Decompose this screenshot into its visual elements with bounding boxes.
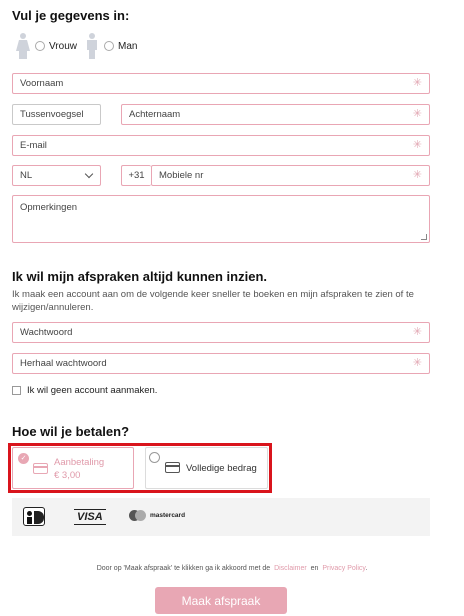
gender-female-radio[interactable] — [35, 41, 45, 51]
mobile-placeholder: Mobiele nr — [159, 170, 204, 181]
email-input[interactable]: E-mail ✳ — [12, 135, 430, 156]
visa-logo: VISA — [74, 509, 106, 525]
dial-code: +31 — [121, 165, 151, 186]
disclaimer-link[interactable]: Disclaimer — [274, 565, 307, 572]
firstname-input[interactable]: Voornaam ✳ — [12, 73, 430, 94]
ideal-icon — [23, 507, 45, 526]
female-person-icon — [16, 33, 30, 59]
infix-placeholder: Tussenvoegsel — [20, 109, 84, 120]
legal-text: Door op 'Maak afspraak' te klikken ga ik… — [96, 565, 271, 572]
gender-selector: Vrouw Man — [14, 32, 143, 60]
infix-input[interactable]: Tussenvoegsel — [12, 104, 101, 125]
checkmark-icon: ✓ — [18, 453, 29, 464]
password-input[interactable]: Wachtwoord ✳ — [12, 322, 430, 343]
gender-male-radio[interactable] — [103, 41, 114, 51]
payment-full-radio[interactable] — [149, 452, 160, 463]
remarks-placeholder: Opmerkingen — [20, 202, 78, 213]
country-select[interactable]: NL — [12, 165, 101, 186]
password-placeholder: Wachtwoord — [20, 327, 73, 338]
required-icon: ✳ — [412, 108, 422, 120]
password-repeat-placeholder: Herhaal wachtwoord — [20, 358, 107, 369]
full-amount-label: Volledige bedrag — [186, 463, 257, 474]
required-icon: ✳ — [412, 139, 422, 151]
section-title-payment: Hoe wil je betalen? — [12, 424, 130, 439]
no-account-option[interactable]: Ik wil geen account aanmaken. — [12, 385, 157, 396]
submit-appointment-button[interactable]: Maak afspraak — [155, 587, 287, 614]
mobile-input[interactable]: Mobiele nr ✳ — [151, 165, 430, 186]
section-title-details: Vul je gegevens in: — [12, 8, 130, 23]
deposit-amount: € 3,00 — [54, 470, 81, 481]
section-title-account: Ik wil mijn afspraken altijd kunnen inzi… — [12, 269, 267, 284]
firstname-placeholder: Voornaam — [20, 78, 64, 89]
lastname-placeholder: Achternaam — [129, 109, 181, 120]
country-value: NL — [20, 170, 33, 181]
remarks-textarea[interactable]: Opmerkingen — [12, 195, 430, 243]
email-placeholder: E-mail — [20, 140, 47, 151]
deposit-label: Aanbetaling — [54, 457, 105, 468]
no-account-label: Ik wil geen account aanmaken. — [27, 385, 158, 396]
resize-handle-icon[interactable] — [421, 234, 427, 240]
required-icon: ✳ — [412, 77, 422, 89]
payment-option-full[interactable]: Volledige bedrag — [145, 447, 268, 489]
payment-option-deposit[interactable]: ✓ Aanbetaling € 3,00 — [12, 447, 134, 489]
required-icon: ✳ — [412, 169, 422, 181]
no-account-checkbox[interactable] — [12, 386, 21, 395]
password-repeat-input[interactable]: Herhaal wachtwoord ✳ — [12, 353, 430, 374]
chevron-down-icon — [84, 169, 94, 179]
required-icon: ✳ — [412, 326, 422, 338]
legal-end: . — [365, 565, 368, 572]
legal-notice: Door op 'Maak afspraak' te klikken ga ik… — [0, 565, 464, 572]
male-person-icon — [86, 33, 97, 59]
dial-code-value: +31 — [128, 170, 145, 181]
legal-and: en — [310, 565, 319, 572]
mastercard-logo: mastercard — [129, 510, 185, 521]
payment-methods: VISA mastercard — [12, 498, 430, 536]
account-description: Ik maak een account aan om de volgende k… — [12, 289, 414, 313]
mastercard-label: mastercard — [150, 512, 186, 519]
privacy-policy-link[interactable]: Privacy Policy — [322, 565, 365, 572]
gender-female-label: Vrouw — [49, 40, 77, 52]
required-icon: ✳ — [412, 357, 422, 369]
lastname-input[interactable]: Achternaam ✳ — [121, 104, 430, 125]
credit-card-icon — [33, 463, 48, 474]
gender-male-label: Man — [117, 40, 138, 52]
credit-card-icon — [165, 462, 180, 473]
